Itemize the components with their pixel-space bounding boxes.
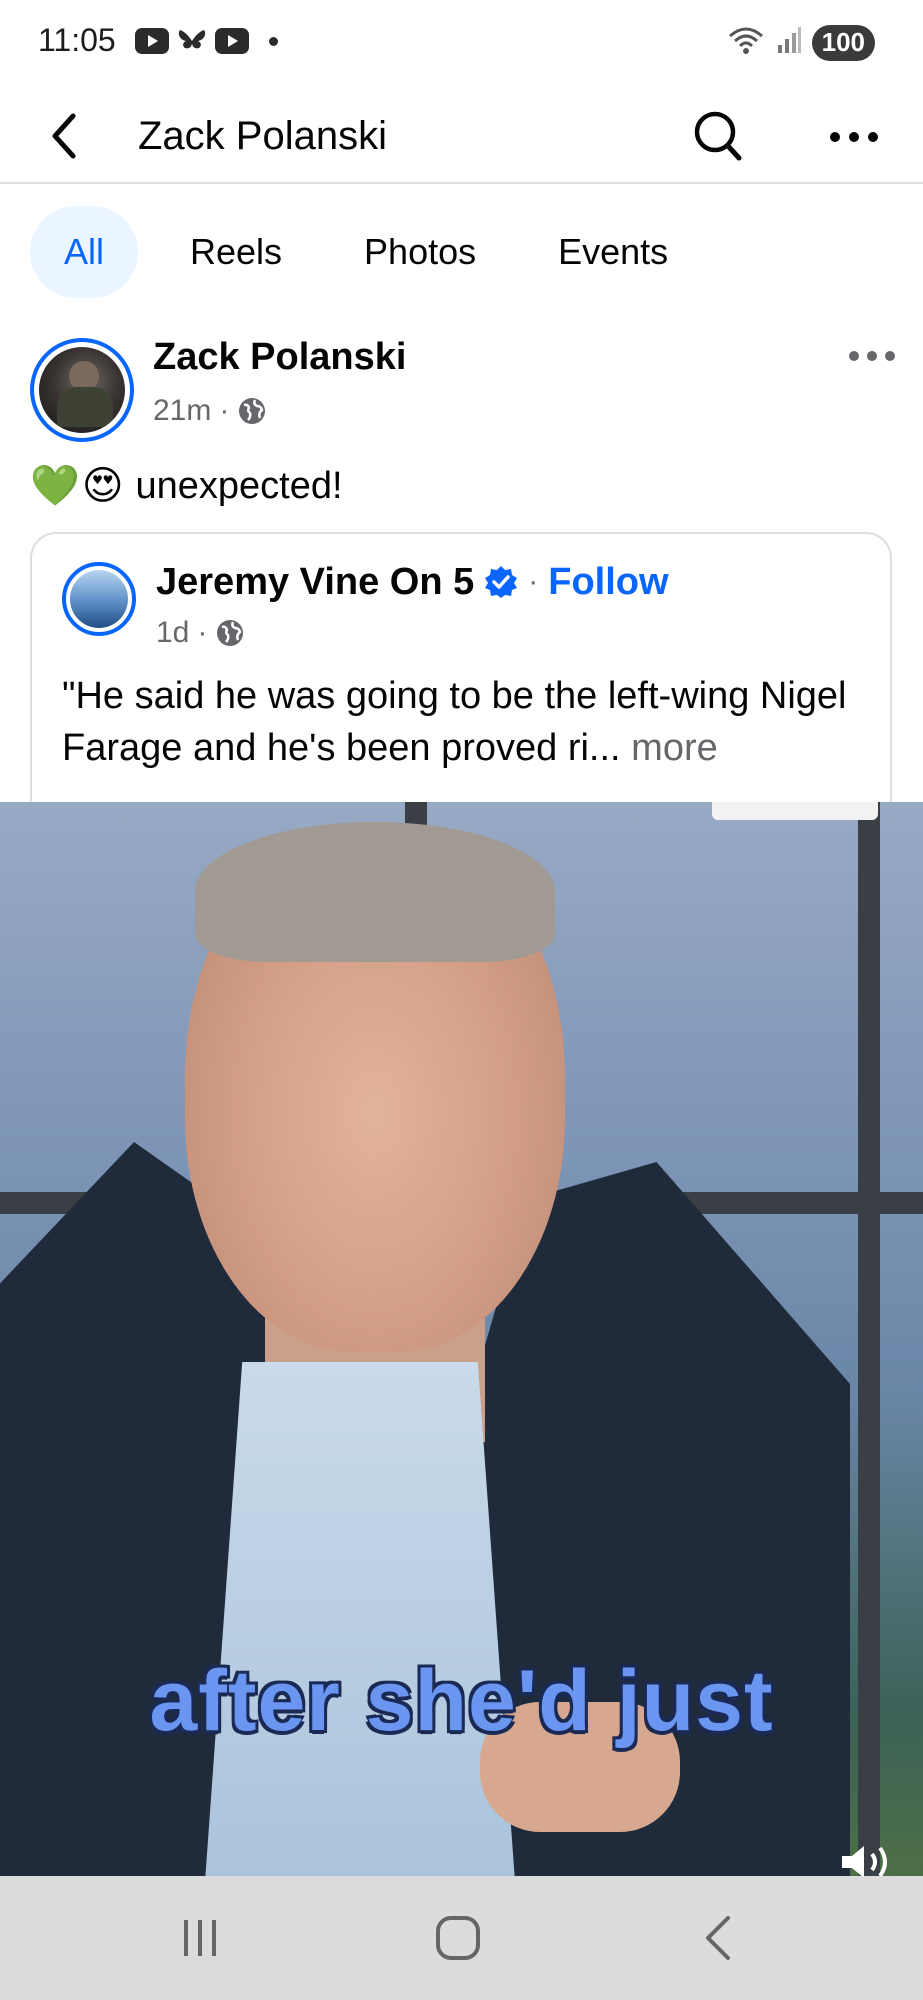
status-right: 100: [726, 24, 875, 61]
post-caption: unexpected!: [135, 464, 343, 507]
heart-eyes-emoji: 😍: [81, 464, 124, 508]
status-time: 11:05: [38, 22, 116, 58]
see-more-link[interactable]: more: [631, 727, 718, 769]
page-header: Zack Polanski: [0, 88, 923, 184]
shared-post-meta: 1d ·: [156, 616, 245, 650]
notification-icons: [135, 28, 278, 54]
status-bar: 11:05 100: [0, 0, 923, 88]
filter-tabs: All Reels Photos Events: [30, 206, 720, 298]
home-button[interactable]: [418, 1906, 498, 1970]
shared-post-card[interactable]: Jeremy Vine On 5 · Follow 1d · "He said …: [30, 532, 892, 822]
post-author-avatar[interactable]: [30, 338, 134, 442]
signal-icon: [776, 25, 802, 60]
video-caption: after she'd just: [149, 1653, 774, 1749]
shared-author-avatar[interactable]: [62, 562, 136, 636]
more-options-button[interactable]: [824, 112, 884, 162]
more-dots-icon: [830, 132, 878, 142]
tab-events[interactable]: Events: [528, 206, 698, 298]
system-back-button[interactable]: [678, 1906, 758, 1970]
page-title: Zack Polanski: [138, 114, 387, 158]
avatar-image: [39, 347, 125, 433]
meta-separator: ·: [219, 394, 230, 427]
home-icon: [436, 1916, 480, 1960]
shared-author-row: Jeremy Vine On 5 · Follow: [156, 554, 669, 610]
search-button[interactable]: [690, 104, 746, 168]
meta-separator: ·: [528, 565, 539, 598]
globe-icon: [217, 620, 244, 646]
tab-all[interactable]: All: [30, 206, 138, 298]
wifi-icon: [726, 24, 766, 61]
system-nav-bar: [0, 1876, 923, 2000]
tab-reels[interactable]: Reels: [160, 206, 312, 298]
search-icon: [694, 111, 742, 161]
youtube-notification-icon: [135, 28, 169, 54]
shared-post-body: "He said he was going to be the left-win…: [62, 675, 847, 769]
shared-post-time: 1d: [156, 616, 190, 649]
youtube-notification-icon-2: [215, 28, 249, 54]
more-notifications-icon: [269, 36, 278, 46]
tab-photos[interactable]: Photos: [334, 206, 506, 298]
post-more-button[interactable]: [842, 336, 902, 376]
video-subject: [195, 822, 555, 962]
recent-apps-button[interactable]: [160, 1906, 240, 1970]
meta-separator: ·: [197, 616, 208, 649]
recent-apps-icon: [184, 1920, 216, 1956]
post-text: 💚 😍 unexpected!: [30, 462, 343, 510]
post-author-name[interactable]: Zack Polanski: [153, 336, 406, 379]
volume-icon[interactable]: [838, 1842, 898, 1876]
back-chevron-icon: [706, 1916, 730, 1960]
verified-badge-icon: [485, 566, 518, 598]
globe-icon: [239, 398, 266, 424]
avatar-image: [70, 570, 128, 628]
follow-button[interactable]: Follow: [548, 561, 668, 604]
back-button[interactable]: [36, 108, 92, 164]
green-heart-emoji: 💚: [30, 464, 80, 508]
more-dots-icon: [849, 351, 895, 361]
battery-indicator: 100: [811, 24, 875, 61]
video-player[interactable]: after she'd just: [0, 802, 923, 1876]
video-subject: [205, 1362, 515, 1876]
post-meta: 21m ·: [153, 394, 267, 428]
card-edge: [712, 802, 878, 820]
back-arrow-icon: [52, 113, 76, 159]
bluesky-notification-icon: [175, 28, 209, 54]
shared-author-name[interactable]: Jeremy Vine On 5: [156, 561, 474, 604]
shared-post-text: "He said he was going to be the left-win…: [62, 670, 872, 774]
post-time: 21m: [153, 394, 212, 427]
